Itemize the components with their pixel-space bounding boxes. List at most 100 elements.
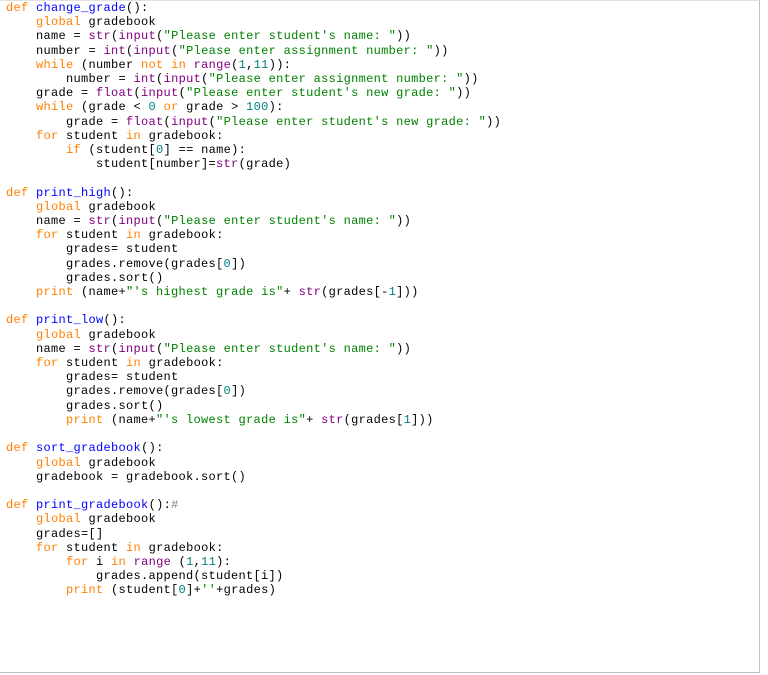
- number: 0: [149, 100, 157, 114]
- code-text: ): [396, 214, 404, 228]
- code-text: +: [284, 285, 299, 299]
- code-line: [6, 484, 755, 498]
- string: "Please enter student's new grade: ": [186, 86, 456, 100]
- keyword-in: in: [126, 228, 141, 242]
- keyword-or: or: [164, 100, 179, 114]
- code-text: (name+: [74, 285, 127, 299]
- keyword-in: in: [171, 58, 186, 72]
- keyword-global: global: [36, 512, 81, 526]
- keyword-while: while: [36, 100, 74, 114]
- number: 0: [156, 143, 164, 157]
- code-text: gradebook:: [141, 228, 224, 242]
- function-name: print_gradebook: [36, 498, 149, 512]
- keyword-global: global: [36, 328, 81, 342]
- code-line: def change_grade():: [6, 1, 755, 15]
- builtin: str: [89, 29, 112, 43]
- code-text: ():: [126, 1, 149, 15]
- code-line: def sort_gradebook():: [6, 441, 755, 455]
- keyword-print: print: [36, 285, 74, 299]
- code-text: (: [171, 555, 186, 569]
- builtin: input: [134, 44, 172, 58]
- code-text: student: [59, 541, 127, 555]
- code-text: (: [156, 342, 164, 356]
- builtin: input: [171, 115, 209, 129]
- code-text: name =: [6, 29, 89, 43]
- number: 0: [224, 257, 232, 271]
- code-line: print (name+"'s highest grade is"+ str(g…: [6, 285, 755, 299]
- code-text: gradebook: [81, 456, 156, 470]
- code-text: gradebook: [81, 512, 156, 526]
- code-text: ():: [149, 498, 172, 512]
- code-line: for i in range (1,11):: [6, 555, 755, 569]
- code-line: while (grade < 0 or grade > 100):: [6, 100, 755, 114]
- string: "Please enter assignment number: ": [209, 72, 464, 86]
- code-line: for student in gradebook:: [6, 129, 755, 143]
- code-text: grade =: [6, 115, 126, 129]
- code-line: gradebook = gradebook.sort(): [6, 470, 755, 484]
- code-line: name = str(input("Please enter student's…: [6, 29, 755, 43]
- code-line: number = int(input("Please enter assignm…: [6, 72, 755, 86]
- code-text: ): [494, 115, 502, 129]
- code-text: +grades): [216, 583, 276, 597]
- function-name: change_grade: [36, 1, 126, 15]
- code-text: gradebook: [81, 328, 156, 342]
- builtin: str: [89, 342, 112, 356]
- keyword-if: if: [66, 143, 81, 157]
- code-text: (: [201, 72, 209, 86]
- keyword-print: print: [66, 583, 104, 597]
- code-text: gradebook = gradebook.sort(): [6, 470, 246, 484]
- code-line: for student in gradebook:: [6, 356, 755, 370]
- code-text: (: [209, 115, 217, 129]
- code-text: (number: [74, 58, 142, 72]
- keyword-global: global: [36, 456, 81, 470]
- keyword-for: for: [36, 356, 59, 370]
- code-line: [6, 171, 755, 185]
- code-line: grades=[]: [6, 527, 755, 541]
- code-line: print (student[0]+''+grades): [6, 583, 755, 597]
- code-text: ):: [216, 555, 231, 569]
- string: "Please enter student's new grade: ": [216, 115, 486, 129]
- code-text: (student[: [81, 143, 156, 157]
- code-line: grades.sort(): [6, 271, 755, 285]
- code-text: grades.append(student[i]): [6, 569, 284, 583]
- builtin: int: [134, 72, 157, 86]
- builtin: input: [141, 86, 179, 100]
- builtin: input: [119, 342, 157, 356]
- keyword-def: def: [6, 498, 29, 512]
- keyword-def: def: [6, 186, 29, 200]
- code-text: (: [134, 86, 142, 100]
- code-line: grades.sort(): [6, 399, 755, 413]
- code-text: (: [164, 115, 172, 129]
- code-text: number =: [6, 72, 134, 86]
- code-text: ): [434, 44, 442, 58]
- code-text: (name+: [104, 413, 157, 427]
- string: "Please enter student's name: ": [164, 29, 397, 43]
- code-text: gradebook:: [141, 356, 224, 370]
- number: 100: [246, 100, 269, 114]
- code-line: grades= student: [6, 370, 755, 384]
- code-text: (: [179, 86, 187, 100]
- keyword-in: in: [126, 129, 141, 143]
- code-line: [6, 427, 755, 441]
- code-text: ): [456, 86, 464, 100]
- code-text: i: [89, 555, 112, 569]
- code-text: (: [111, 29, 119, 43]
- code-text: (: [156, 72, 164, 86]
- builtin: float: [126, 115, 164, 129]
- code-text: grade >: [179, 100, 247, 114]
- code-text: (: [156, 214, 164, 228]
- code-text: (grade <: [74, 100, 149, 114]
- string: "Please enter student's name: ": [164, 214, 397, 228]
- keyword-def: def: [6, 1, 29, 15]
- keyword-print: print: [66, 413, 104, 427]
- code-line: grades.append(student[i]): [6, 569, 755, 583]
- function-name: print_high: [36, 186, 111, 200]
- code-line: student[number]=str(grade): [6, 157, 755, 171]
- keyword-in: in: [126, 541, 141, 555]
- code-text: ): [404, 342, 412, 356]
- builtin: int: [104, 44, 127, 58]
- code-text: ]+: [186, 583, 201, 597]
- builtin: str: [299, 285, 322, 299]
- code-line: grades.remove(grades[0]): [6, 384, 755, 398]
- function-name: sort_gradebook: [36, 441, 141, 455]
